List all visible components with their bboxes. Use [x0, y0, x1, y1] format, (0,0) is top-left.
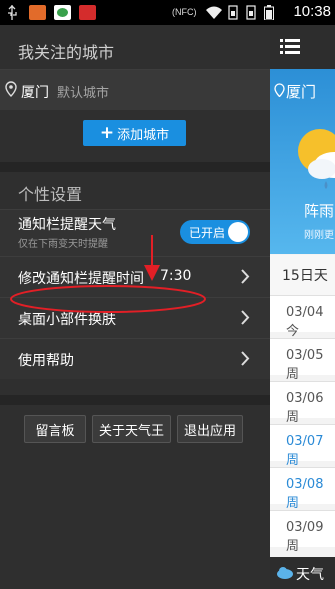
location-pin-icon [274, 83, 285, 97]
default-city-tag: 默认城市 [57, 86, 110, 101]
section-separator [0, 162, 270, 172]
forecast-header: 15日天 [270, 255, 335, 295]
personal-settings-title: 个性设置 [18, 185, 83, 204]
location-pin-icon [5, 81, 17, 97]
wifi-icon [206, 6, 222, 19]
menu-item-label: 使用帮助 [18, 353, 74, 369]
app-icon [79, 5, 96, 20]
forecast-title: 15日天 [282, 268, 328, 284]
plus-icon: + [99, 122, 115, 143]
annotation-arrow [144, 235, 160, 281]
chevron-right-icon [241, 310, 250, 325]
status-bar: (NFC) 10:38 [0, 0, 335, 25]
toggle-knob [228, 222, 248, 242]
forecast-row[interactable]: 03/08周 [270, 467, 335, 511]
forecast-row[interactable]: 03/07周 [270, 424, 335, 468]
followed-cities-title: 我关注的城市 [18, 43, 115, 62]
app-icon [54, 5, 71, 20]
city-name: 厦门 [21, 85, 49, 101]
annotation-ellipse [10, 285, 206, 313]
add-city-label: 添加城市 [117, 127, 170, 143]
forecast-row[interactable]: 03/06周 [270, 381, 335, 425]
toggle-state-label: 已开启 [189, 226, 226, 240]
notification-description: 仅在下雨变天时提醒 [18, 239, 108, 250]
update-time: 刚刚更 [304, 230, 334, 241]
section-separator [0, 395, 270, 405]
message-board-button[interactable]: 留言板 [24, 415, 86, 443]
weather-hero: 厦门 阵雨 刚刚更 [270, 69, 335, 254]
forecast-date: 03/05周 [286, 348, 324, 382]
forecast-row[interactable]: 03/09周 [270, 510, 335, 554]
hamburger-menu-icon[interactable] [280, 38, 300, 54]
app-icon [29, 5, 46, 20]
notification-label: 通知栏提醒天气 [18, 217, 116, 233]
about-button[interactable]: 关于天气王 [92, 415, 171, 443]
forecast-date: 03/07周 [286, 434, 324, 468]
notify-time-value: 7:30 [160, 268, 192, 284]
forecast-row[interactable]: 03/05周 [270, 338, 335, 382]
clock: 10:38 [293, 3, 331, 20]
sim-icon [246, 5, 256, 20]
notification-toggle[interactable]: 已开启 [180, 220, 250, 244]
main-weather-panel: 厦门 阵雨 刚刚更 15日天 03/04今 03/05周 03/06周 03/07周 0… [270, 25, 335, 589]
add-city-button[interactable]: + 添加城市 [83, 120, 186, 146]
forecast-date: 03/04今 [286, 305, 324, 339]
sim-icon [228, 5, 238, 20]
main-footer: 天气 [270, 557, 335, 589]
notification-weather-setting[interactable]: 通知栏提醒天气 仅在下雨变天时提醒 已开启 [0, 210, 270, 256]
city-list-item[interactable]: 厦门 默认城市 [0, 70, 270, 110]
chevron-right-icon [241, 351, 250, 366]
main-header [270, 25, 335, 69]
chevron-right-icon [241, 269, 250, 284]
nfc-indicator: (NFC) [172, 7, 197, 17]
footer-label: 天气 [296, 567, 324, 583]
current-city: 厦门 [286, 83, 317, 101]
forecast-date: 03/09周 [286, 520, 324, 554]
usb-icon [8, 5, 17, 20]
navigation-drawer: 我关注的城市 厦门 默认城市 + 添加城市 个性设置 通知栏提醒天气 仅在下雨变… [0, 25, 270, 589]
weather-condition: 阵雨 [304, 202, 335, 220]
sun-cloud-rain-icon [298, 129, 335, 189]
exit-app-button[interactable]: 退出应用 [177, 415, 243, 443]
forecast-date: 03/06周 [286, 391, 324, 425]
forecast-date: 03/08周 [286, 477, 324, 511]
cloud-icon [277, 567, 293, 579]
forecast-row[interactable]: 03/04今 [270, 295, 335, 339]
menu-item-help[interactable]: 使用帮助 [0, 339, 270, 379]
battery-icon [264, 5, 274, 20]
